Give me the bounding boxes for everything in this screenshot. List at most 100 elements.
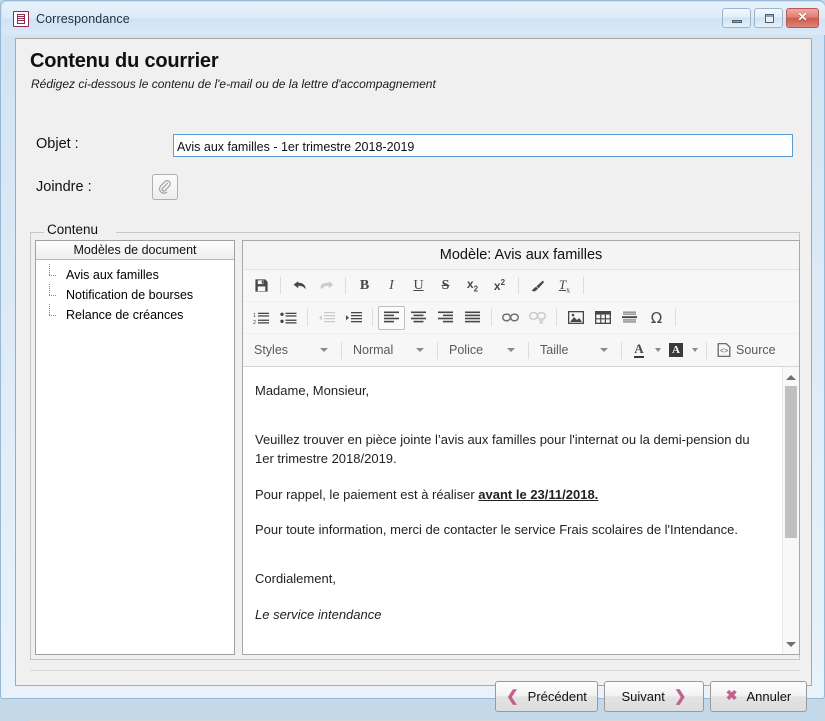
source-code-icon: <> [717,343,731,357]
special-character-icon[interactable]: Ω [643,306,670,330]
toolbar-separator [437,341,438,359]
text-color-dropdown-arrow[interactable] [651,338,664,362]
joindre-label: Joindre : [36,179,92,195]
toolbar-separator [556,309,557,326]
save-icon[interactable] [248,274,275,298]
toolbar-separator [583,277,584,294]
title-bar: Correspondance ✕ [2,2,825,35]
strikethrough-icon[interactable]: S [432,274,459,298]
format-dropdown[interactable]: Normal [347,338,432,362]
decrease-indent-icon[interactable] [313,306,340,330]
editor-scrollbar[interactable] [782,367,799,654]
paragraph-body-1: Veuillez trouver en pièce jointe l’avis … [255,431,750,466]
paragraph-closing: Cordialement, [255,571,336,587]
styles-dropdown-label: Styles [254,343,289,357]
redo-icon[interactable] [313,274,340,298]
template-item-label: Notification de bourses [66,288,194,302]
svg-text:1: 1 [253,313,256,319]
scroll-down-arrow-icon[interactable] [783,636,799,652]
tree-elbow-icon [49,304,61,325]
svg-text:2: 2 [253,320,256,325]
attach-button[interactable] [152,174,178,200]
window-title: Correspondance [36,11,130,26]
application-window: Correspondance ✕ Contenu du courrier Réd… [0,0,825,721]
objet-label: Objet : [36,136,79,152]
toolbar-separator [372,309,373,326]
font-dropdown[interactable]: Police [443,338,523,362]
svg-text:<>: <> [720,348,728,355]
align-left-icon[interactable] [378,305,405,330]
insert-table-icon[interactable] [589,306,616,330]
source-button[interactable]: <> Source [712,338,781,362]
templates-panel-header: Modèles de document [36,241,234,260]
paragraph-body-2: Pour rappel, le paiement est à réaliser … [255,486,769,505]
templates-list: Avis aux familles Notification de bourse… [36,260,234,325]
cancel-button[interactable]: ✖ Annuler [710,681,807,712]
footer-divider-top [30,670,800,671]
italic-icon[interactable]: I [378,274,405,298]
clear-formatting-icon[interactable]: Tx [551,274,578,298]
template-item-avis-aux-familles[interactable]: Avis aux familles [36,264,234,285]
minimize-button[interactable] [722,8,751,28]
align-center-icon[interactable] [405,306,432,330]
paragraph-body-2-lead: Pour rappel, le paiement est à réaliser [255,486,479,502]
size-dropdown-label: Taille [540,343,569,357]
background-color-dropdown-arrow[interactable] [688,338,701,362]
toolbar-separator [307,309,308,326]
template-item-relance-de-creances[interactable]: Relance de créances [36,304,234,325]
horizontal-rule-icon[interactable] [616,306,643,330]
editor-document-content[interactable]: Madame, Monsieur, Veuillez trouver en pi… [243,367,799,625]
template-item-notification-de-bourses[interactable]: Notification de bourses [36,284,234,305]
maximize-button[interactable] [754,8,783,28]
window-controls: ✕ [722,8,819,28]
scroll-up-arrow-icon[interactable] [783,369,799,385]
size-dropdown[interactable]: Taille [534,338,616,362]
background-color-icon[interactable]: A [664,338,688,362]
page-title: Contenu du courrier [30,50,219,72]
next-button[interactable]: Suivant ❯ [604,681,704,712]
editor-toolbar-row-3: Styles Normal Police Taille A A <> Sourc… [243,334,799,367]
payment-deadline-emphasis: avant le 23/11/2018. [478,486,599,502]
styles-dropdown[interactable]: Styles [248,338,336,362]
undo-icon[interactable] [286,274,313,298]
toolbar-separator [621,341,622,359]
templates-panel: Modèles de document Avis aux familles No… [35,240,235,655]
page-subtitle: Rédigez ci-dessous le contenu de l'e-mai… [31,77,436,91]
editor-toolbar-row-2: 12 Ω [243,302,799,334]
close-button[interactable]: ✕ [786,8,819,28]
chevron-right-icon: ❯ [673,688,687,705]
chevron-down-icon [320,348,328,352]
font-dropdown-label: Police [449,343,484,357]
cancel-button-label: Annuler [746,689,792,704]
paperclip-icon [158,179,172,195]
chevron-left-icon: ❮ [506,688,519,705]
toolbar-separator [345,277,346,294]
toolbar-separator [491,309,492,326]
bold-icon[interactable]: B [351,274,378,298]
chevron-down-icon [416,348,424,352]
align-right-icon[interactable] [432,306,459,330]
editor-toolbar-row-1: B I U S x2 x2 Tx [243,270,799,302]
toolbar-separator [518,277,519,294]
insert-link-icon[interactable] [497,306,524,330]
paragraph-salutation: Madame, Monsieur, [255,383,370,398]
unlink-icon[interactable] [524,306,551,330]
insert-image-icon[interactable] [562,306,589,330]
dialog-client-area: Contenu du courrier Rédigez ci-dessous l… [15,38,812,721]
subscript-icon[interactable]: x2 [459,274,486,298]
scrollbar-thumb[interactable] [785,386,797,538]
toolbar-separator [528,341,529,359]
previous-button[interactable]: ❮ Précédent [495,681,598,712]
text-color-icon[interactable]: A [627,338,651,362]
toolbar-separator [341,341,342,359]
numbered-list-icon[interactable]: 12 [248,306,275,330]
increase-indent-icon[interactable] [340,306,367,330]
bulleted-list-icon[interactable] [275,306,302,330]
objet-input[interactable] [173,134,793,157]
toolbar-separator [675,309,676,326]
underline-icon[interactable]: U [405,274,432,298]
superscript-icon[interactable]: x2 [486,274,513,298]
editor-document-area[interactable]: Madame, Monsieur, Veuillez trouver en pi… [243,367,799,654]
align-justify-icon[interactable] [459,306,486,330]
remove-format-brush-icon[interactable] [524,274,551,298]
